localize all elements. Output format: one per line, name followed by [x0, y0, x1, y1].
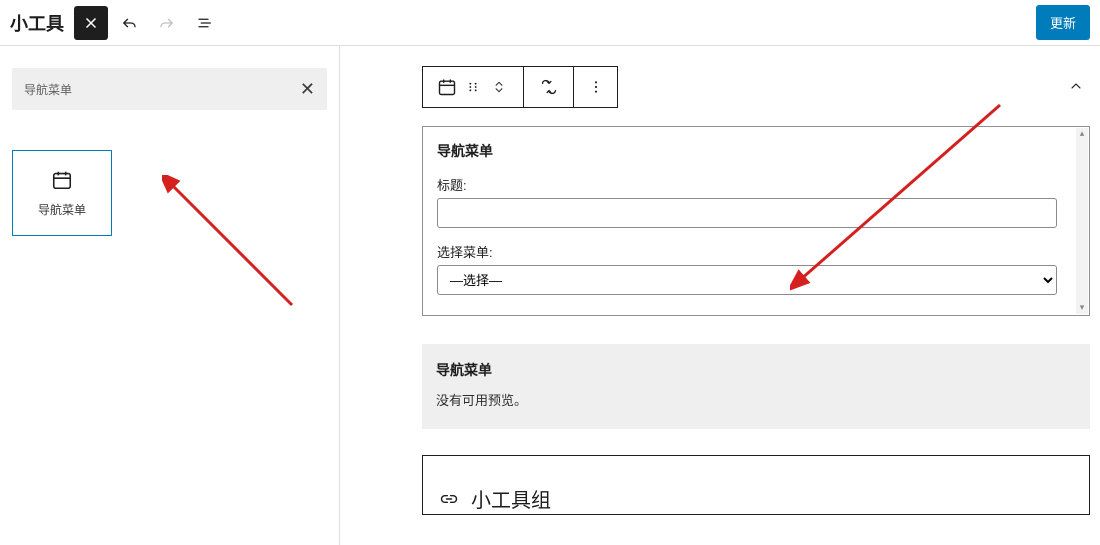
calendar-icon	[435, 77, 459, 97]
widget-group-label: 小工具组	[471, 484, 551, 513]
drag-handle-icon	[461, 79, 485, 95]
close-icon	[82, 14, 100, 32]
more-vertical-icon	[588, 79, 604, 95]
redo-icon	[158, 14, 176, 32]
editor-canvas: ▴ ▾ 导航菜单 标题: 选择菜单: —选择— 导航菜单 没有可用预览。 小工具…	[340, 46, 1100, 545]
widget-tile-label: 导航菜单	[38, 201, 86, 218]
scroll-up-icon: ▴	[1076, 128, 1088, 140]
title-field-label: 标题:	[437, 175, 1075, 194]
header-bar: 小工具 更新	[0, 0, 1100, 46]
page-title: 小工具	[10, 10, 64, 36]
collapse-button[interactable]	[1062, 72, 1090, 100]
inserter-panel: 导航菜单 ✕ 导航菜单	[0, 46, 340, 545]
more-options-button[interactable]	[573, 67, 617, 107]
search-term-label: 导航菜单	[24, 81, 300, 98]
preview-heading: 导航菜单	[436, 360, 1076, 380]
widget-config-card: ▴ ▾ 导航菜单 标题: 选择菜单: —选择—	[422, 126, 1090, 316]
undo-icon	[120, 14, 138, 32]
config-heading: 导航菜单	[437, 141, 1075, 161]
close-button[interactable]	[74, 6, 108, 40]
title-input[interactable]	[437, 198, 1057, 228]
link-icon	[439, 489, 459, 509]
scrollbar[interactable]: ▴ ▾	[1076, 128, 1088, 314]
calendar-icon	[51, 169, 73, 191]
block-type-controls[interactable]	[423, 67, 523, 107]
swap-icon	[538, 76, 560, 98]
transform-button[interactable]	[523, 67, 573, 107]
move-up-down-icon	[487, 77, 511, 97]
widget-group-block[interactable]: 小工具组	[422, 455, 1090, 515]
scroll-down-icon: ▾	[1076, 302, 1088, 314]
clear-search-button[interactable]: ✕	[300, 79, 315, 100]
widget-preview-card: 导航菜单 没有可用预览。	[422, 344, 1090, 429]
redo-button[interactable]	[150, 6, 184, 40]
block-toolbar	[422, 66, 618, 108]
menu-select[interactable]: —选择—	[437, 265, 1057, 295]
outline-button[interactable]	[188, 6, 222, 40]
chevron-up-icon	[1068, 78, 1084, 94]
update-button[interactable]: 更新	[1036, 5, 1090, 40]
list-icon	[196, 14, 214, 32]
preview-body: 没有可用预览。	[436, 390, 1076, 409]
undo-button[interactable]	[112, 6, 146, 40]
search-result-bar: 导航菜单 ✕	[12, 68, 327, 110]
widget-tile-nav-menu[interactable]: 导航菜单	[12, 150, 112, 236]
select-menu-label: 选择菜单:	[437, 242, 1075, 261]
